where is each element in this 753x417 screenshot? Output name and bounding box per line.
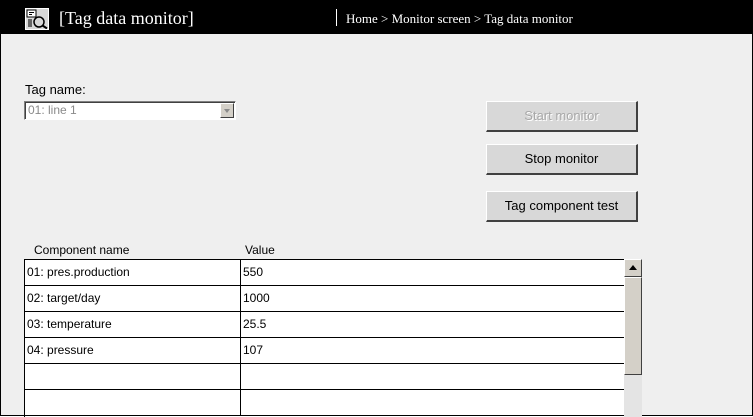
table-row[interactable]: 03: temperature 25.5 — [25, 312, 624, 338]
stop-monitor-button[interactable]: Stop monitor — [486, 144, 638, 175]
tag-name-value: 01: line 1 — [28, 103, 77, 117]
scrollbar-thumb[interactable] — [624, 277, 642, 375]
component-name-cell[interactable] — [25, 390, 241, 416]
window-title: [Tag data monitor] — [59, 8, 194, 28]
value-cell[interactable] — [241, 390, 624, 416]
breadcrumb: Home > Monitor screen > Tag data monitor — [346, 11, 573, 26]
table-row[interactable]: 04: pressure 107 — [25, 338, 624, 364]
table-row[interactable] — [25, 364, 624, 390]
title-bar: [Tag data monitor] Home > Monitor screen… — [1, 1, 752, 34]
component-name-cell[interactable]: 04: pressure — [25, 338, 241, 364]
column-header-value: Value — [245, 243, 275, 257]
component-name-cell[interactable]: 02: target/day — [25, 286, 241, 312]
start-monitor-button[interactable]: Start monitor — [486, 101, 638, 132]
tag-component-test-button[interactable]: Tag component test — [486, 191, 638, 222]
value-cell[interactable]: 550 — [241, 260, 624, 286]
scroll-up-arrow-icon[interactable] — [624, 259, 642, 277]
component-table: 01: pres.production 550 02: target/day 1… — [24, 259, 624, 417]
table-row[interactable]: 02: target/day 1000 — [25, 286, 624, 312]
value-cell[interactable]: 107 — [241, 338, 624, 364]
table-row[interactable]: 01: pres.production 550 — [25, 260, 624, 286]
value-cell[interactable] — [241, 364, 624, 390]
value-cell[interactable]: 1000 — [241, 286, 624, 312]
value-cell[interactable]: 25.5 — [241, 312, 624, 338]
component-name-cell[interactable]: 03: temperature — [25, 312, 241, 338]
title-separator — [336, 9, 337, 26]
component-name-cell[interactable]: 01: pres.production — [25, 260, 241, 286]
table-row[interactable] — [25, 390, 624, 416]
table-scrollbar[interactable] — [624, 259, 642, 417]
tag-name-select[interactable]: 01: line 1 — [24, 101, 236, 120]
tag-icon — [25, 8, 49, 30]
tag-name-label: Tag name: — [25, 82, 86, 97]
column-header-component-name: Component name — [34, 243, 130, 257]
chevron-down-icon[interactable] — [220, 103, 234, 118]
component-name-cell[interactable] — [25, 364, 241, 390]
